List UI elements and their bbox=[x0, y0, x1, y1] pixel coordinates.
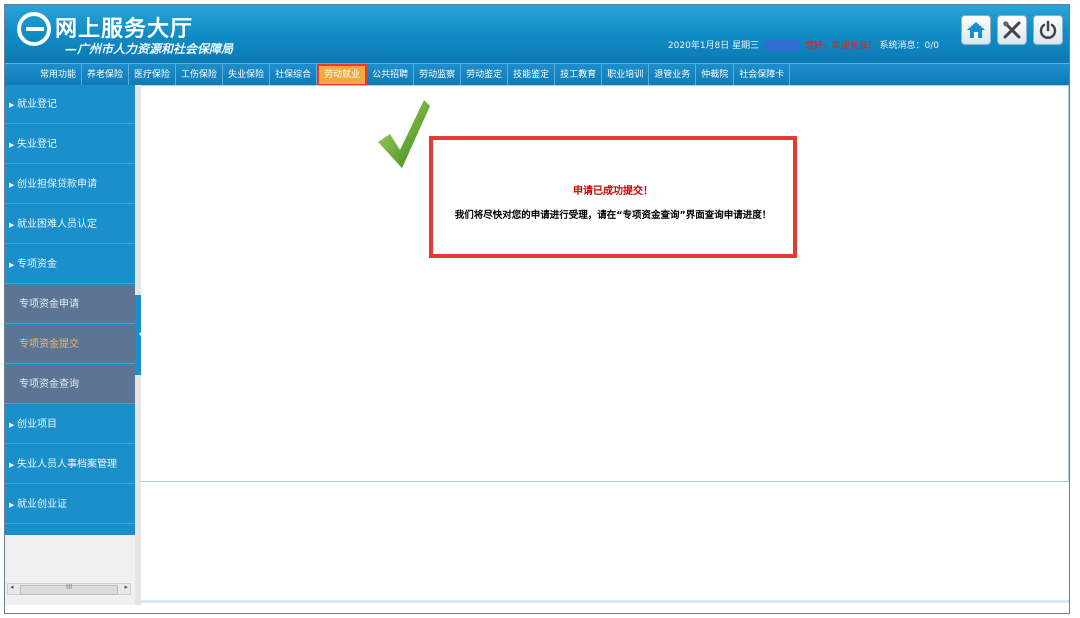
nav-item-3[interactable]: 工伤保险 bbox=[176, 64, 224, 86]
scroll-right-icon[interactable]: ▸ bbox=[124, 583, 128, 591]
app-window: 网上服务大厅 —广州市人力资源和社会保障局 2020年1月8日 星期三 ████… bbox=[4, 4, 1070, 614]
sidebar-sub-funds-submit[interactable]: 专项资金提交 bbox=[5, 325, 135, 364]
logo-e-icon bbox=[17, 12, 51, 46]
chevron-right-icon: ▶ bbox=[9, 461, 15, 469]
home-button[interactable] bbox=[961, 15, 991, 45]
success-title: 申请已成功提交！ bbox=[573, 186, 653, 197]
logo-subtitle: —广州市人力资源和社会保障局 bbox=[65, 42, 234, 56]
sidebar-item-archive-management[interactable]: ▶ 失业人员人事档案管理 bbox=[5, 445, 135, 484]
sidebar-item-employment-certificate[interactable]: ▶ 就业创业证 bbox=[5, 485, 135, 524]
sidebar-item-unemployment-registration[interactable]: ▶ 失业登记 bbox=[5, 125, 135, 164]
power-icon bbox=[1039, 20, 1057, 39]
header-info: 2020年1月8日 星期三 ████ 您好，欢迎光临！ 系统消息：0/0 bbox=[668, 38, 939, 51]
chevron-right-icon: ▶ bbox=[9, 501, 15, 509]
tools-icon bbox=[1003, 21, 1021, 39]
sidebar-item-startup-projects[interactable]: ▶ 创业项目 bbox=[5, 405, 135, 444]
success-text: 我们将尽快对您的申请进行受理，请在“专项资金查询”界面查询申请进度！ bbox=[454, 210, 772, 221]
chevron-right-icon: ▶ bbox=[9, 181, 15, 189]
sidebar: ▶ 就业登记 ▶ 失业登记 ▶ 创业担保贷款申请 ▶ 就业困难人员认定 ▶ 专项资金 专项… bbox=[5, 85, 135, 535]
scroll-left-icon[interactable]: ◂ bbox=[10, 583, 14, 591]
content-footer-line bbox=[141, 600, 1069, 603]
sidebar-item-hardship-recognition[interactable]: ▶ 就业困难人员认定 bbox=[5, 205, 135, 244]
header-date: 2020年1月8日 bbox=[667, 41, 730, 51]
nav-list: 常用功能 养老保险 医疗保险 工伤保险 失业保险 社保综合 劳动就业 公共招聘 劳动监察 劳动鉴定… bbox=[35, 64, 791, 86]
nav-item-14[interactable]: 仲裁院 bbox=[696, 64, 735, 86]
logo[interactable]: 网上服务大厅 —广州市人力资源和社会保障局 bbox=[11, 9, 234, 59]
checkmark-icon bbox=[378, 100, 430, 168]
chevron-right-icon: ▶ bbox=[9, 221, 15, 229]
nav-item-0[interactable]: 常用功能 bbox=[35, 64, 83, 86]
header-weekday: 星期三 bbox=[732, 41, 760, 51]
sidebar-item-loan-application[interactable]: ▶ 创业担保贷款申请 bbox=[5, 165, 135, 204]
nav-item-7[interactable]: 公共招聘 bbox=[367, 64, 415, 86]
main-nav: 常用功能 养老保险 医疗保险 工伤保险 失业保险 社保综合 劳动就业 公共招聘 劳动监察 劳动鉴定… bbox=[5, 63, 1069, 86]
redacted-username: ████ bbox=[764, 41, 800, 51]
header-bar: 网上服务大厅 —广州市人力资源和社会保障局 2020年1月8日 星期三 ████… bbox=[5, 5, 1069, 63]
nav-item-13[interactable]: 退管业务 bbox=[649, 64, 697, 86]
success-message-box: 申请已成功提交！ 我们将尽快对您的申请进行受理，请在“专项资金查询”界面查询申请… bbox=[429, 136, 797, 258]
chevron-right-icon: ▶ bbox=[9, 261, 15, 269]
sidebar-horizontal-scrollbar[interactable]: ◂ III ▸ bbox=[7, 583, 131, 595]
nav-item-2[interactable]: 医疗保险 bbox=[129, 64, 177, 86]
nav-item-6[interactable]: 劳动就业 bbox=[317, 64, 368, 86]
nav-item-1[interactable]: 养老保险 bbox=[82, 64, 130, 86]
tools-button[interactable] bbox=[997, 15, 1027, 45]
nav-item-5[interactable]: 社保综合 bbox=[270, 64, 318, 86]
nav-item-15[interactable]: 社会保障卡 bbox=[734, 64, 791, 86]
sidebar-sub-funds-apply[interactable]: 专项资金申请 bbox=[5, 285, 135, 324]
nav-item-9[interactable]: 劳动鉴定 bbox=[461, 64, 509, 86]
welcome-text: 您好，欢迎光临！ bbox=[804, 41, 877, 51]
nav-item-11[interactable]: 技工教育 bbox=[555, 64, 603, 86]
chevron-right-icon: ▶ bbox=[9, 421, 15, 429]
system-messages[interactable]: 系统消息：0/0 bbox=[880, 41, 940, 51]
scroll-grip: III bbox=[66, 583, 73, 591]
main-content: 申请已成功提交！ 我们将尽快对您的申请进行受理，请在“专项资金查询”界面查询申请… bbox=[141, 85, 1069, 482]
nav-item-12[interactable]: 职业培训 bbox=[602, 64, 650, 86]
sidebar-item-employment-registration[interactable]: ▶ 就业登记 bbox=[5, 85, 135, 124]
chevron-right-icon: ▶ bbox=[9, 101, 15, 109]
logo-title: 网上服务大厅 bbox=[55, 17, 194, 42]
nav-item-8[interactable]: 劳动监察 bbox=[414, 64, 462, 86]
home-icon bbox=[967, 22, 985, 38]
sidebar-item-special-funds[interactable]: ▶ 专项资金 bbox=[5, 245, 135, 284]
logout-button[interactable] bbox=[1033, 15, 1063, 45]
nav-item-10[interactable]: 技能鉴定 bbox=[508, 64, 556, 86]
chevron-right-icon: ▶ bbox=[9, 141, 15, 149]
sidebar-sub-funds-query[interactable]: 专项资金查询 bbox=[5, 365, 135, 404]
nav-item-4[interactable]: 失业保险 bbox=[223, 64, 271, 86]
